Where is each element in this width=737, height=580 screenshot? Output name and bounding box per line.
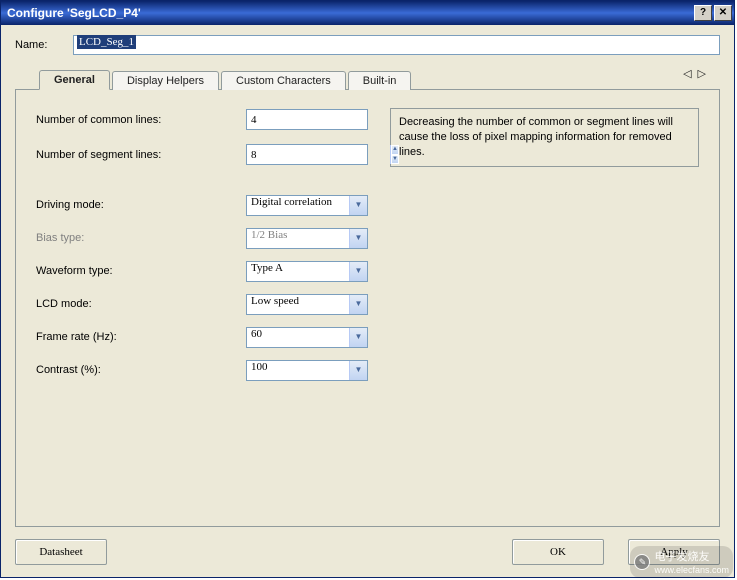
- driving-mode-label: Driving mode:: [36, 199, 246, 211]
- chevron-down-icon[interactable]: ▼: [349, 196, 367, 215]
- chevron-down-icon[interactable]: ▼: [349, 328, 367, 347]
- titlebar: Configure 'SegLCD_P4' ? ✕: [1, 1, 734, 25]
- name-input[interactable]: LCD_Seg_1: [73, 35, 720, 55]
- tab-panel-general: Number of common lines: ▲ ▼ Decreasing t…: [15, 89, 720, 527]
- tab-general[interactable]: General: [39, 70, 110, 90]
- contrast-label: Contrast (%):: [36, 364, 246, 376]
- bias-type-combo: 1/2 Bias ▼: [246, 228, 368, 249]
- name-input-value: LCD_Seg_1: [77, 35, 136, 49]
- driving-mode-combo[interactable]: Digital correlation ▼: [246, 195, 368, 216]
- tab-display-helpers[interactable]: Display Helpers: [112, 71, 219, 90]
- separator: [36, 179, 699, 183]
- common-lines-input[interactable]: ▲ ▼: [246, 109, 368, 130]
- waveform-type-value: Type A: [247, 262, 349, 281]
- contrast-value: 100: [247, 361, 349, 380]
- chevron-down-icon[interactable]: ▼: [349, 262, 367, 281]
- tab-nav-left-icon[interactable]: ◁: [683, 67, 691, 80]
- datasheet-button[interactable]: Datasheet: [15, 539, 107, 565]
- lcd-mode-value: Low speed: [247, 295, 349, 314]
- bias-type-value: 1/2 Bias: [247, 229, 349, 248]
- name-label: Name:: [15, 39, 73, 51]
- contrast-combo[interactable]: 100 ▼: [246, 360, 368, 381]
- common-lines-label: Number of common lines:: [36, 114, 246, 126]
- info-box: Decreasing the number of common or segme…: [390, 108, 699, 167]
- window-title: Configure 'SegLCD_P4': [7, 6, 692, 20]
- watermark-text: 电子发烧友 www.elecfans.com: [654, 548, 729, 576]
- help-button[interactable]: ?: [694, 5, 712, 21]
- segment-lines-spinner: ▲ ▼: [390, 145, 399, 164]
- chevron-down-icon[interactable]: ▼: [349, 295, 367, 314]
- frame-rate-value: 60: [247, 328, 349, 347]
- lcd-mode-label: LCD mode:: [36, 298, 246, 310]
- bias-type-label: Bias type:: [36, 232, 246, 244]
- lcd-mode-combo[interactable]: Low speed ▼: [246, 294, 368, 315]
- button-bar: Datasheet OK Apply: [15, 527, 720, 565]
- tab-custom-characters[interactable]: Custom Characters: [221, 71, 346, 90]
- waveform-type-label: Waveform type:: [36, 265, 246, 277]
- tab-built-in[interactable]: Built-in: [348, 71, 412, 90]
- chevron-down-icon: ▼: [349, 229, 367, 248]
- name-row: Name: LCD_Seg_1: [15, 35, 720, 55]
- common-lines-value[interactable]: [247, 110, 390, 129]
- dialog-window: Configure 'SegLCD_P4' ? ✕ Name: LCD_Seg_…: [0, 0, 735, 578]
- chevron-down-icon[interactable]: ▼: [349, 361, 367, 380]
- spin-down-icon[interactable]: ▼: [391, 155, 399, 165]
- watermark-icon: ✎: [634, 554, 650, 570]
- tabs-container: General Display Helpers Custom Character…: [15, 67, 720, 527]
- close-button[interactable]: ✕: [714, 5, 732, 21]
- segment-lines-input[interactable]: ▲ ▼: [246, 144, 368, 165]
- segment-lines-label: Number of segment lines:: [36, 149, 246, 161]
- spin-up-icon[interactable]: ▲: [391, 145, 399, 155]
- frame-rate-combo[interactable]: 60 ▼: [246, 327, 368, 348]
- ok-button[interactable]: OK: [512, 539, 604, 565]
- waveform-type-combo[interactable]: Type A ▼: [246, 261, 368, 282]
- client-area: Name: LCD_Seg_1 General Display Helpers …: [1, 25, 734, 577]
- driving-mode-value: Digital correlation: [247, 196, 349, 215]
- segment-lines-value[interactable]: [247, 145, 390, 164]
- tab-strip: General Display Helpers Custom Character…: [15, 67, 720, 89]
- frame-rate-label: Frame rate (Hz):: [36, 331, 246, 343]
- form-grid: Number of common lines: ▲ ▼ Decreasing t…: [36, 108, 699, 381]
- watermark: ✎ 电子发烧友 www.elecfans.com: [630, 546, 733, 578]
- tab-nav: ◁ ▷: [683, 67, 706, 80]
- tab-nav-right-icon[interactable]: ▷: [698, 67, 706, 80]
